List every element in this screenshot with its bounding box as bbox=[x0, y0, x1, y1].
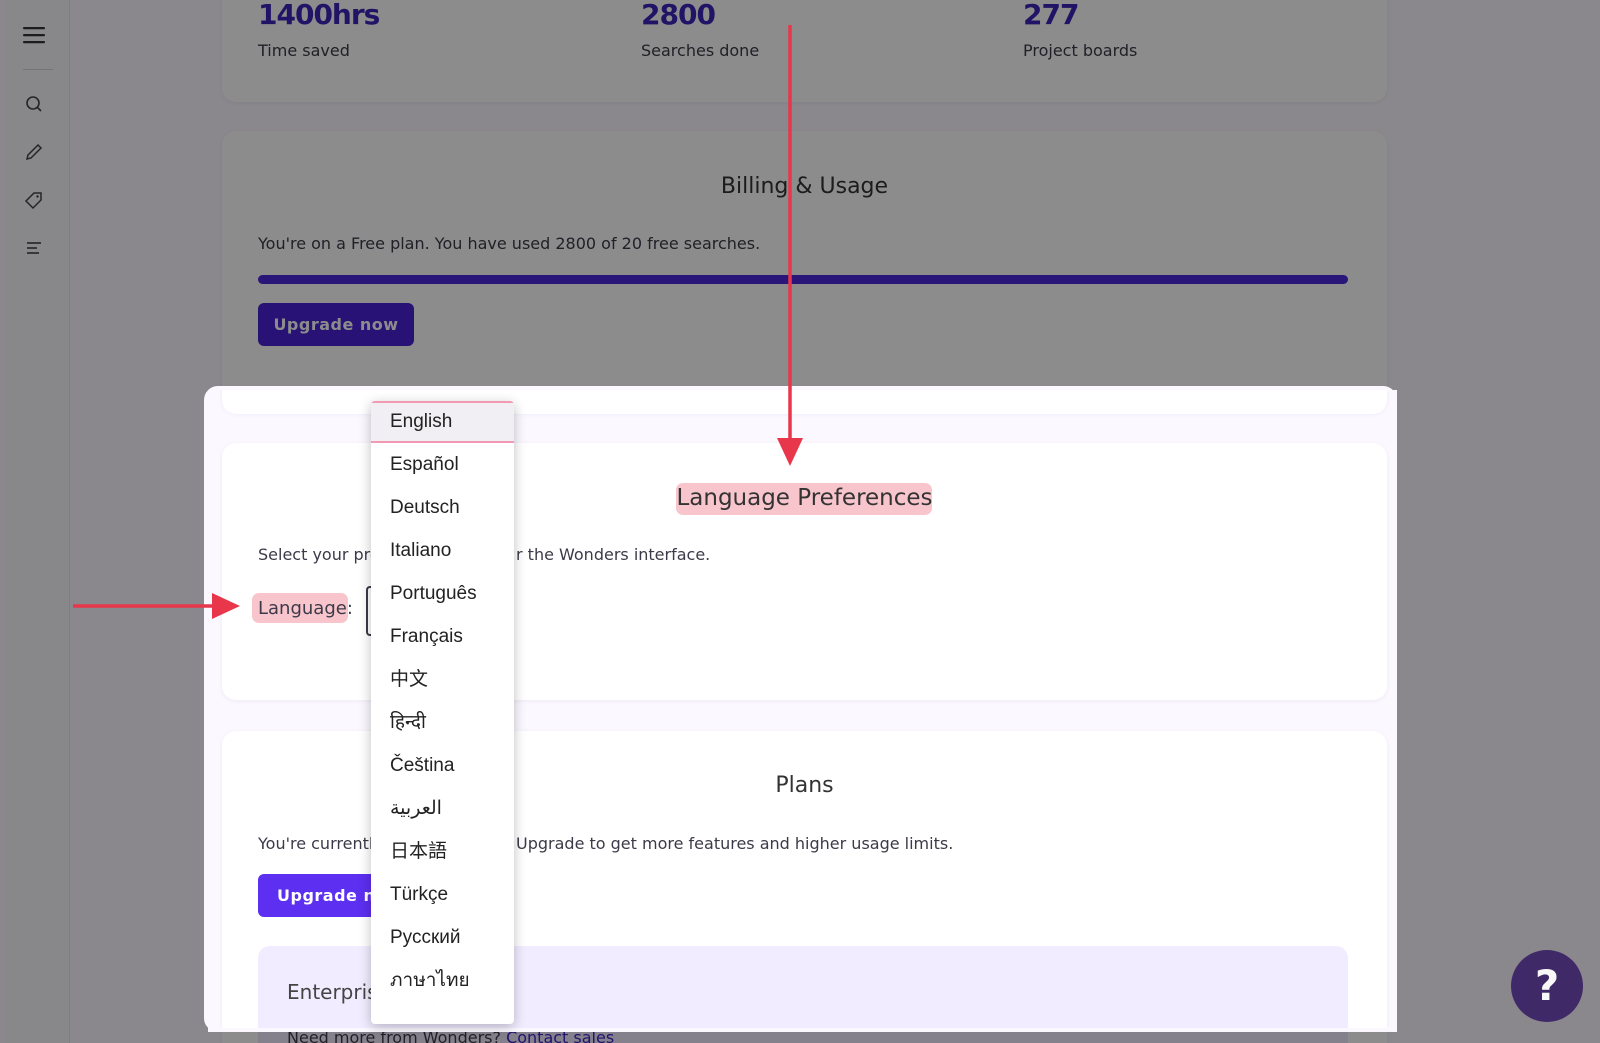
language-dropdown[interactable]: English Español Deutsch Italiano Português Fr… bbox=[371, 401, 514, 1024]
language-option[interactable]: हिन्दी bbox=[371, 702, 514, 744]
language-option[interactable]: Deutsch bbox=[371, 487, 514, 529]
language-option[interactable]: Italiano bbox=[371, 530, 514, 572]
vertical-arrow-head bbox=[777, 438, 803, 466]
language-option[interactable]: Türkçe bbox=[371, 874, 514, 916]
language-option[interactable]: Čeština bbox=[371, 745, 514, 787]
language-option[interactable]: Русский bbox=[371, 917, 514, 959]
horizontal-arrow-head bbox=[212, 593, 240, 619]
help-button[interactable]: ? bbox=[1511, 950, 1583, 1022]
annotation-arrows bbox=[73, 25, 803, 619]
language-option[interactable]: Español bbox=[371, 444, 514, 486]
language-option[interactable]: العربية bbox=[371, 788, 514, 830]
language-option[interactable]: 日本語 bbox=[371, 831, 514, 873]
language-option[interactable]: ภาษาไทย bbox=[371, 960, 514, 1002]
app-frame: 1400hrs Time saved 2800 Searches done 27… bbox=[0, 0, 1600, 1043]
language-option[interactable]: 中文 bbox=[371, 659, 514, 701]
language-option[interactable]: Português bbox=[371, 573, 514, 615]
language-option[interactable]: Français bbox=[371, 616, 514, 658]
language-option[interactable]: English bbox=[371, 401, 514, 443]
